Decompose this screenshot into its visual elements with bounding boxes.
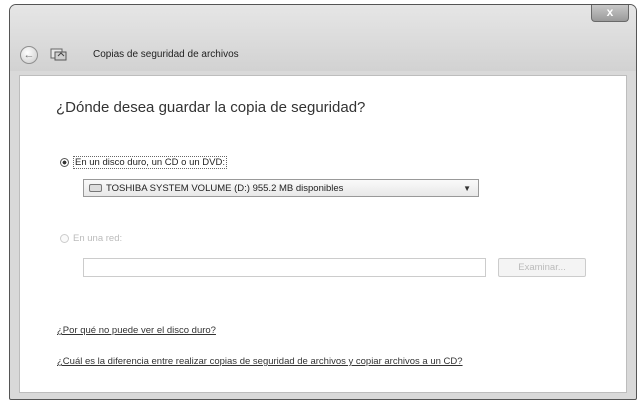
network-path-input[interactable] — [83, 258, 486, 277]
backup-app-icon — [50, 48, 67, 61]
window-title: Copias de seguridad de archivos — [93, 49, 239, 60]
back-arrow-icon[interactable]: ← — [20, 46, 38, 64]
content-panel: ¿Dónde desea guardar la copia de segurid… — [19, 75, 627, 393]
drive-dropdown[interactable]: TOSHIBA SYSTEM VOLUME (D:) 955.2 MB disp… — [83, 179, 479, 197]
backup-vs-copy-link[interactable]: ¿Cuál es la diferencia entre realizar co… — [57, 356, 463, 367]
page-question: ¿Dónde desea guardar la copia de segurid… — [56, 99, 366, 116]
browse-button[interactable]: Examinar... — [498, 258, 586, 277]
why-cant-see-drive-link[interactable]: ¿Por qué no puede ver el disco duro? — [57, 325, 216, 336]
network-option-label[interactable]: En una red: — [73, 233, 122, 244]
hard-drive-icon — [89, 184, 102, 192]
backup-wizard-window: x ← Copias de seguridad de archivos ¿Dón… — [9, 4, 637, 400]
drive-dropdown-value: TOSHIBA SYSTEM VOLUME (D:) 955.2 MB disp… — [106, 183, 344, 194]
close-button[interactable]: x — [591, 5, 629, 22]
chevron-down-icon: ▼ — [463, 184, 471, 193]
title-bar: x ← Copias de seguridad de archivos — [10, 5, 636, 71]
radio-disk-option[interactable] — [60, 158, 69, 167]
radio-network-option[interactable] — [60, 234, 69, 243]
disk-option-label[interactable]: En un disco duro, un CD o un DVD: — [73, 156, 227, 169]
